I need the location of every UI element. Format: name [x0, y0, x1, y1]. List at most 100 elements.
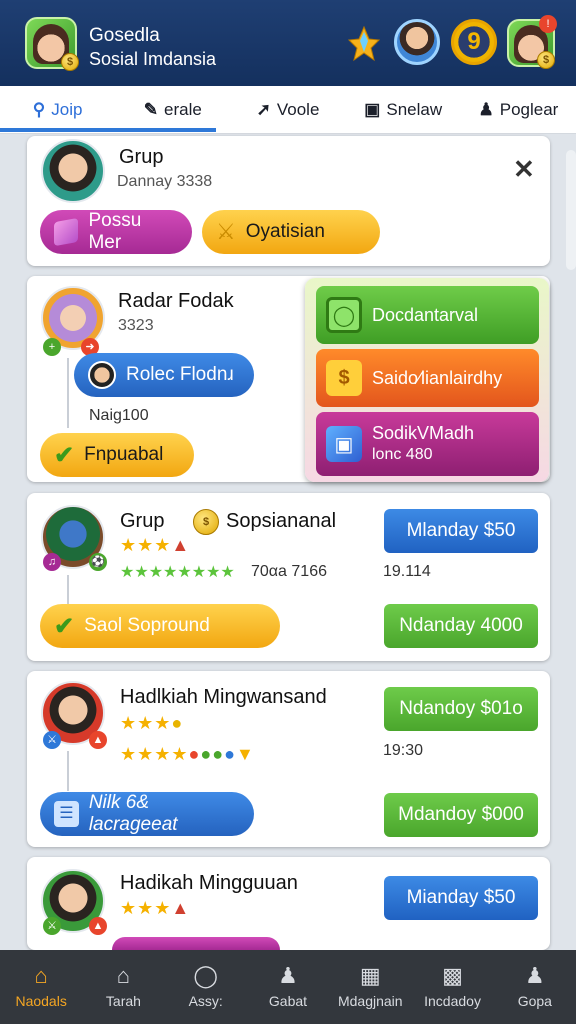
popup-sublabel: lonc 480 [372, 446, 433, 463]
check-icon: ✔ [54, 612, 75, 640]
popup-item-saido[interactable]: $ Saido∕lianlairdhy [316, 349, 539, 407]
ndanday-button[interactable]: Ndanday 4000 [384, 604, 538, 648]
popup-item-docdantarval[interactable]: ◯ Docdantarval [316, 286, 539, 344]
ndandoy-button[interactable]: Ndandoy $01o [384, 687, 538, 731]
feed-card-1[interactable]: Grup Dannay 3338 ✕ Possu Mer ⚔ Oyatisian [27, 136, 550, 266]
card-subline: Dannay 3338 [117, 173, 213, 190]
user-avatar[interactable]: $ [25, 17, 79, 71]
avatar-mini-icon [88, 361, 116, 389]
tab-label: Joip [51, 99, 83, 119]
chart-icon: ➚ [256, 99, 271, 119]
sword-badge-icon: ⚔ [43, 731, 61, 749]
star-rating-icon: ★★★▲ [120, 535, 191, 555]
person-icon: ♟ [478, 99, 494, 119]
friend-avatar[interactable] [394, 19, 440, 65]
coin-icon: $ [61, 53, 79, 71]
card-name: Hadikah Mingguuan [120, 872, 298, 894]
flame-badge-icon: ▲ [89, 731, 107, 749]
nilk-button[interactable]: ☰ Nilk 6& lacrageeat [40, 792, 254, 836]
grid-icon: ▦ [359, 963, 381, 988]
feed-card-5[interactable]: ⚔ ▲ Hadikah Mingguuan ★★★▲ Mianday $50 [27, 857, 550, 950]
music-badge-icon: ♫ [43, 553, 61, 571]
card-name: Grup [119, 146, 164, 168]
nav-label: Tarah [105, 993, 141, 1009]
card-name: Radar Fodak [118, 290, 234, 312]
thread-line [67, 751, 69, 791]
user-icon: ♟ [524, 963, 545, 988]
tab-poglear[interactable]: ♟ Poglear [461, 86, 576, 133]
cube-icon [54, 217, 79, 247]
tab-erale[interactable]: ✎ erale [115, 86, 230, 133]
mdandoy-button[interactable]: Mdandoy $000 [384, 793, 538, 837]
nav-tarah[interactable]: ⌂ Tarah [82, 950, 164, 1024]
feed-card-3[interactable]: ♫ ⚽ Grup $ Sopsiananal ★★★▲ ★★★★★★★★ 70α… [27, 493, 550, 661]
popup-text-group: SodikVMadh lonc 480 [372, 423, 474, 465]
edit-icon: ✎ [143, 99, 159, 119]
rolec-flodn-button[interactable]: Rolec Flodnɹ [74, 353, 254, 397]
frame-icon: ◯ [326, 297, 362, 333]
search-icon: ⚲ [32, 99, 46, 119]
card-subline: 3323 [118, 317, 154, 334]
card-note: Naig100 [89, 407, 149, 424]
nav-label: Gabat [268, 993, 308, 1009]
list-icon: ☰ [54, 801, 79, 827]
coin-chest-icon: $ [326, 360, 362, 396]
saol-sopround-button[interactable]: ✔ Saol Sopround [40, 604, 280, 648]
feed-card-4[interactable]: ⚔ ▲ Hadlkiah Mingwansand ★★★● ★★★★●●●●▼ … [27, 671, 550, 847]
home-icon: ⌂ [34, 963, 48, 988]
pill-label: Oyatisian [245, 221, 325, 242]
nav-assy[interactable]: ◯ Assy: [165, 950, 247, 1024]
sword-badge-icon: ⚔ [43, 917, 61, 935]
active-tab-indicator [0, 128, 216, 132]
nav-incdadoy[interactable]: ▩ Incdadoy [411, 950, 493, 1024]
coin-stack-icon: $ [193, 509, 219, 535]
close-icon[interactable]: ✕ [513, 154, 535, 185]
tab-snelaw[interactable]: ▣ Snelaw [346, 86, 461, 133]
image-icon: ▩ [442, 963, 463, 988]
house-icon: ⌂ [116, 963, 131, 988]
star-gem-icon[interactable] [348, 26, 380, 62]
green-star-rating-icon: ★★★★★★★★ [120, 564, 235, 581]
nav-label: Incdadoy [424, 993, 481, 1009]
nav-gopa[interactable]: ♟ Gopa [494, 950, 576, 1024]
top-tabs: ⚲ Joip ✎ erale ➚ Voole ▣ Snelaw ♟ Poglea… [0, 86, 576, 134]
purple-pill-partial[interactable] [112, 937, 280, 950]
ball-badge-icon: ⚽ [89, 553, 107, 571]
pill-label: Saol Sopround [84, 615, 210, 636]
app-header: $ Gosedla Sosial Imdansia 9 ! $ [0, 0, 576, 86]
tab-label: Voole [276, 99, 320, 119]
fnpuabal-button[interactable]: ✔ Fnpuabal [40, 433, 194, 477]
mlanday-button[interactable]: Mlanday $50 [384, 509, 538, 553]
oyatisian-button[interactable]: ⚔ Oyatisian [202, 210, 380, 254]
plus-badge-icon: + [43, 338, 61, 356]
nav-label: Gopa [517, 993, 552, 1009]
nav-label: Naodals [15, 993, 67, 1009]
tab-voole[interactable]: ➚ Voole [230, 86, 345, 133]
possu-mer-button[interactable]: Possu Mer [40, 210, 192, 254]
nav-naodals[interactable]: ⌂ Naodals [0, 950, 82, 1024]
nav-mdagjnain[interactable]: ▦ Mdagjnain [329, 950, 411, 1024]
tab-label: Poglear [499, 99, 559, 119]
scrollbar[interactable] [566, 150, 576, 270]
alert-badge-icon: ! [539, 15, 557, 33]
sword-icon: ⚔ [216, 219, 236, 244]
app-title: Gosedla [89, 25, 160, 46]
card-name: Hadlkiah Mingwansand [120, 686, 327, 708]
nav-label: Mdagjnain [337, 993, 403, 1009]
app-subtitle: Sosial Imdansia [89, 49, 217, 69]
amount-text: 19.114 [383, 563, 431, 580]
check-icon: ✔ [54, 441, 75, 469]
pill-label: Possu Mer [88, 210, 142, 253]
amount-text: 19:30 [383, 742, 424, 759]
tab-joip[interactable]: ⚲ Joip [0, 86, 115, 133]
level-badge[interactable]: 9 [451, 19, 497, 65]
nav-gabat[interactable]: ♟ Gabat [247, 950, 329, 1024]
bottom-navigation: ⌂ Naodals ⌂ Tarah ◯ Assy: ♟ Gabat ▦ Mdag… [0, 950, 576, 1024]
window-icon: ▣ [364, 99, 381, 119]
popup-item-sodikvmadh[interactable]: ▣ SodikVMadh lonc 480 [316, 412, 539, 476]
pill-label: Rolec Flodnɹ [126, 364, 234, 385]
people-icon: ♟ [278, 963, 298, 988]
mianday-button[interactable]: Mianday $50 [384, 876, 538, 920]
notification-avatar[interactable]: ! $ [507, 15, 557, 69]
thread-line [67, 358, 69, 428]
